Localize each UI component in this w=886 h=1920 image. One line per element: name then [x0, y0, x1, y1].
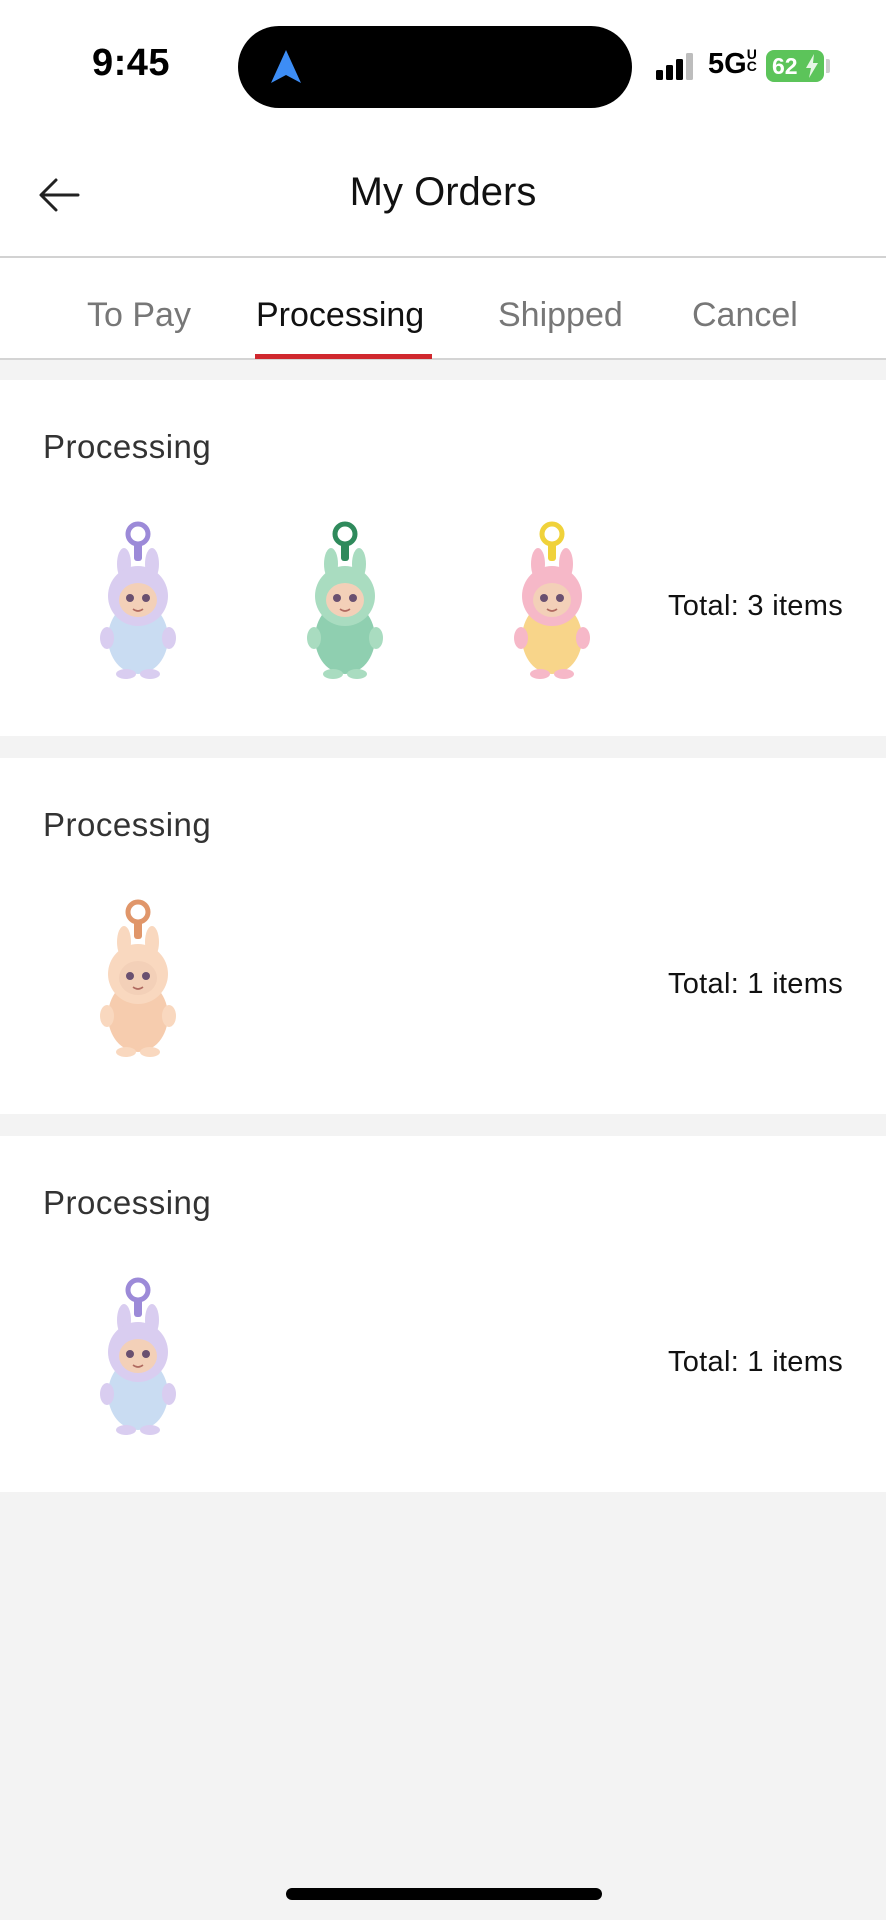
plush-foot	[323, 669, 343, 679]
signal-icon	[656, 52, 696, 80]
plush-eye	[126, 972, 134, 980]
order-tabs: To Pay Processing Shipped Cancel	[0, 258, 886, 360]
plush-eye	[126, 594, 134, 602]
plush-face	[119, 583, 157, 617]
plush-eye	[540, 594, 548, 602]
plush-arm	[100, 627, 114, 649]
page-title: My Orders	[349, 170, 537, 214]
plush-foot	[116, 1425, 136, 1435]
plush-eye	[142, 1350, 150, 1358]
keyring-strap	[341, 543, 349, 561]
charging-bolt-icon	[806, 54, 818, 78]
network-indicator: 5GUC	[708, 46, 757, 81]
header: My Orders	[0, 130, 886, 258]
keyring	[539, 521, 565, 547]
plush-arm	[162, 1005, 176, 1027]
network-sup: UC	[746, 46, 757, 74]
navigation-arrow-icon	[271, 50, 301, 83]
plush-face	[533, 583, 571, 617]
product-thumbnail[interactable]	[88, 898, 188, 1063]
keyring	[125, 1277, 151, 1303]
tab-cancel[interactable]: Cancel	[692, 296, 798, 335]
order-card[interactable]: Processing Total: 1 items	[0, 758, 886, 1114]
plush-arm	[162, 627, 176, 649]
order-status: Processing	[43, 428, 212, 465]
tab-shipped[interactable]: Shipped	[498, 296, 623, 335]
keyring-strap	[548, 543, 556, 561]
plush-foot	[347, 669, 367, 679]
plush-arm	[100, 1005, 114, 1027]
tab-to-pay[interactable]: To Pay	[87, 296, 191, 335]
order-total: Total: 1 items	[667, 1346, 843, 1378]
keyring	[125, 899, 151, 925]
status-time: 9:45	[92, 42, 171, 84]
dynamic-island	[238, 26, 632, 108]
plush-foot	[140, 1425, 160, 1435]
plush-arm	[307, 627, 321, 649]
active-tab-indicator	[255, 354, 432, 359]
status-bar: 9:45 5GUC 62	[0, 0, 886, 130]
plush-eye	[126, 1350, 134, 1358]
battery-level: 62	[772, 53, 798, 79]
network-label: 5G	[708, 48, 747, 80]
product-thumbnail[interactable]	[88, 520, 188, 685]
product-thumbnail[interactable]	[88, 1276, 188, 1441]
battery-cap	[826, 59, 830, 73]
keyring	[125, 521, 151, 547]
order-status: Processing	[43, 806, 212, 843]
keyring	[332, 521, 358, 547]
plush-foot	[116, 1047, 136, 1057]
plush-foot	[530, 669, 550, 679]
plush-eye	[349, 594, 357, 602]
product-thumbnail[interactable]	[295, 520, 395, 685]
plush-foot	[116, 669, 136, 679]
order-card[interactable]: Processing Total: 1 items	[0, 1136, 886, 1492]
tab-processing[interactable]: Processing	[256, 296, 424, 335]
order-total: Total: 1 items	[667, 968, 843, 1000]
plush-face	[119, 1339, 157, 1373]
plush-face	[326, 583, 364, 617]
plush-arm	[162, 1383, 176, 1405]
order-status: Processing	[43, 1184, 212, 1221]
plush-foot	[140, 1047, 160, 1057]
plush-foot	[140, 669, 160, 679]
plush-arm	[514, 627, 528, 649]
plush-eye	[556, 594, 564, 602]
plush-arm	[100, 1383, 114, 1405]
plush-face	[119, 961, 157, 995]
keyring-strap	[134, 1299, 142, 1317]
keyring-strap	[134, 921, 142, 939]
plush-eye	[142, 972, 150, 980]
keyring-strap	[134, 543, 142, 561]
plush-eye	[333, 594, 341, 602]
plush-arm	[369, 627, 383, 649]
product-thumbnail[interactable]	[502, 520, 602, 685]
order-card[interactable]: Processing Total: 3 items	[0, 380, 886, 736]
order-total: Total: 3 items	[667, 590, 843, 622]
plush-foot	[554, 669, 574, 679]
battery-icon: 62	[766, 50, 824, 82]
plush-eye	[142, 594, 150, 602]
home-indicator[interactable]	[286, 1888, 602, 1900]
plush-arm	[576, 627, 590, 649]
